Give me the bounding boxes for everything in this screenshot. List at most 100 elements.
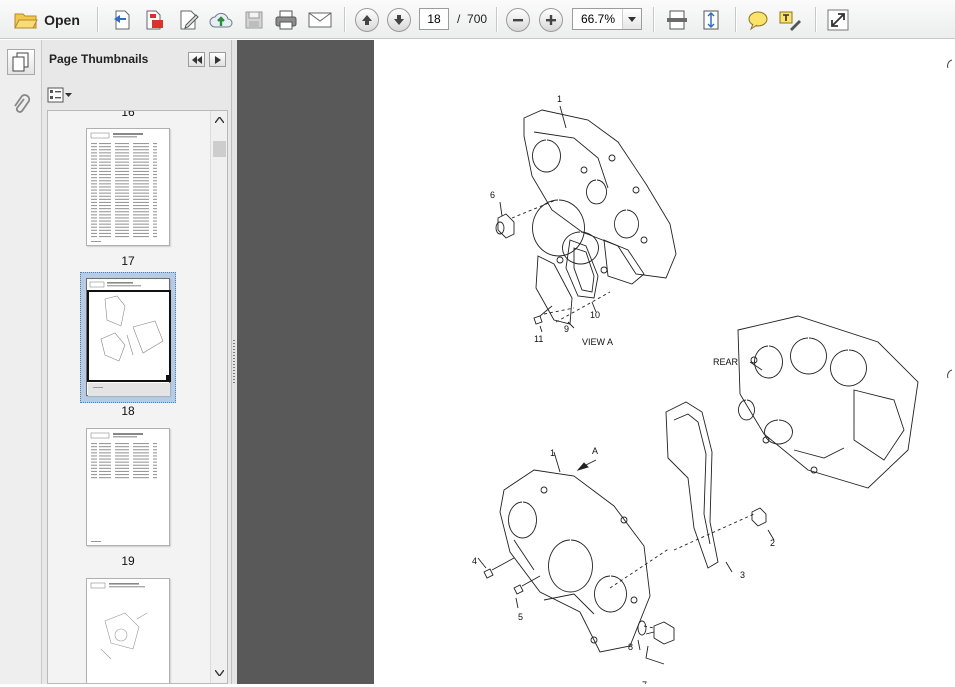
thumbnail-content bbox=[87, 281, 171, 396]
callout-number: 6 bbox=[490, 190, 495, 200]
fullscreen-icon bbox=[827, 9, 849, 30]
double-chevron-left-icon bbox=[191, 55, 202, 64]
separator bbox=[735, 7, 736, 32]
panel-menu-button[interactable] bbox=[209, 52, 226, 67]
document-view[interactable]: 16109111234587VIEW AREARA bbox=[237, 40, 955, 687]
highlight-icon bbox=[779, 11, 801, 31]
thumbnail-page-17[interactable] bbox=[86, 128, 170, 246]
callout-number: 1 bbox=[557, 94, 562, 104]
fit-page-button[interactable] bbox=[697, 6, 725, 33]
thumbnails-scrollbar[interactable] bbox=[210, 111, 227, 683]
bolt-4 bbox=[483, 557, 515, 579]
bolt-11 bbox=[533, 305, 553, 325]
thumbnail-label: 19 bbox=[121, 554, 135, 568]
view-label: VIEW A bbox=[582, 337, 613, 347]
chevron-down-icon bbox=[215, 670, 224, 676]
scrollbar-thumb[interactable] bbox=[213, 141, 226, 157]
separator bbox=[344, 7, 345, 32]
edit-icon bbox=[180, 10, 199, 29]
upload-cloud-icon bbox=[209, 12, 233, 27]
callout-number: 5 bbox=[518, 612, 523, 622]
email-button[interactable] bbox=[306, 6, 334, 33]
highlight-button[interactable] bbox=[776, 6, 804, 33]
zoom-in-button[interactable] bbox=[538, 6, 564, 33]
pages-icon bbox=[12, 52, 29, 72]
thumbnail-label: 16 bbox=[121, 110, 135, 119]
create-pdf-button[interactable] bbox=[108, 6, 136, 33]
previous-page-button[interactable] bbox=[354, 6, 380, 33]
panel-title: Page Thumbnails bbox=[49, 52, 149, 66]
thumbnails-panel: Page Thumbnails 16 17 18 19 bbox=[42, 40, 231, 684]
callout-number: 8 bbox=[628, 642, 633, 652]
callout-labels: 16109111234587VIEW AREARA bbox=[472, 94, 775, 687]
open-label: Open bbox=[44, 11, 80, 28]
main-toolbar: Open 18 / 700 66.7% bbox=[0, 0, 955, 39]
thumbnail-label: 18 bbox=[121, 404, 135, 418]
thumbnail-page-18[interactable] bbox=[86, 278, 171, 396]
zoom-select[interactable] bbox=[572, 8, 642, 30]
zoom-out-button[interactable] bbox=[505, 6, 531, 33]
fit-width-button[interactable] bbox=[663, 6, 691, 33]
chevron-down-icon bbox=[628, 16, 636, 22]
engine-block bbox=[737, 315, 919, 489]
separator bbox=[97, 7, 98, 32]
thumbnail-label: 17 bbox=[121, 254, 135, 268]
zoom-in-icon bbox=[546, 14, 556, 25]
next-page-icon bbox=[394, 14, 404, 25]
scroll-up-button[interactable] bbox=[213, 114, 226, 126]
fit-page-icon bbox=[703, 10, 719, 29]
zoom-input[interactable] bbox=[573, 9, 623, 29]
thumbnails-list[interactable]: 16 17 18 19 bbox=[47, 110, 228, 684]
callout-number: 11 bbox=[534, 334, 543, 344]
callout-number: 10 bbox=[590, 310, 600, 320]
chevron-up-icon bbox=[215, 117, 224, 123]
upload-button[interactable] bbox=[207, 6, 235, 33]
save-button[interactable] bbox=[241, 6, 267, 33]
page-thumbnails-nav-button[interactable] bbox=[7, 49, 35, 75]
callout-number: 4 bbox=[472, 556, 477, 566]
paperclip-icon bbox=[14, 94, 31, 113]
callout-number: 7 bbox=[642, 680, 647, 684]
edit-button[interactable] bbox=[175, 6, 203, 33]
arrow-label: A bbox=[592, 446, 598, 456]
attachments-nav-button[interactable] bbox=[9, 92, 33, 118]
convert-pdf-button[interactable] bbox=[140, 6, 168, 33]
next-page-button[interactable] bbox=[386, 6, 412, 33]
thumbnail-options-button[interactable] bbox=[47, 86, 73, 104]
comment-button[interactable] bbox=[744, 6, 772, 33]
bolt-5 bbox=[513, 575, 541, 595]
collapse-panel-button[interactable] bbox=[188, 52, 205, 67]
plug-7 bbox=[645, 621, 675, 645]
save-icon bbox=[245, 11, 263, 28]
print-button[interactable] bbox=[272, 6, 300, 33]
washer-8 bbox=[637, 620, 647, 636]
fit-width-icon bbox=[667, 10, 687, 29]
separator bbox=[653, 7, 654, 32]
fullscreen-button[interactable] bbox=[824, 6, 852, 33]
thumbnail-content bbox=[90, 132, 157, 242]
callout-number: 3 bbox=[740, 570, 745, 580]
callout-number: 1 bbox=[550, 448, 555, 458]
timing-cover-1 bbox=[499, 469, 651, 653]
open-button[interactable]: Open bbox=[6, 6, 88, 33]
page-total: / 700 bbox=[457, 12, 488, 26]
callout-number: 2 bbox=[770, 538, 775, 548]
convert-pdf-icon bbox=[146, 10, 163, 29]
open-folder-icon bbox=[14, 13, 38, 28]
zoom-dropdown-button[interactable] bbox=[622, 9, 641, 29]
options-icon bbox=[47, 87, 72, 103]
separator bbox=[815, 7, 816, 32]
splitter-grip[interactable] bbox=[233, 340, 235, 384]
scroll-down-button[interactable] bbox=[213, 667, 226, 679]
thumbnail-content bbox=[90, 582, 148, 660]
email-icon bbox=[308, 12, 332, 27]
page-number-input[interactable] bbox=[419, 8, 449, 30]
thumbnail-page-20[interactable] bbox=[86, 578, 170, 683]
thumbnail-content bbox=[90, 432, 157, 542]
thumbnail-page-19[interactable] bbox=[86, 428, 170, 546]
prev-page-icon bbox=[362, 14, 372, 25]
callout-number: 9 bbox=[564, 324, 569, 334]
print-icon bbox=[275, 10, 297, 29]
parts-drawing: 16109111234587VIEW AREARA bbox=[472, 59, 953, 687]
dowel-2 bbox=[751, 507, 767, 527]
